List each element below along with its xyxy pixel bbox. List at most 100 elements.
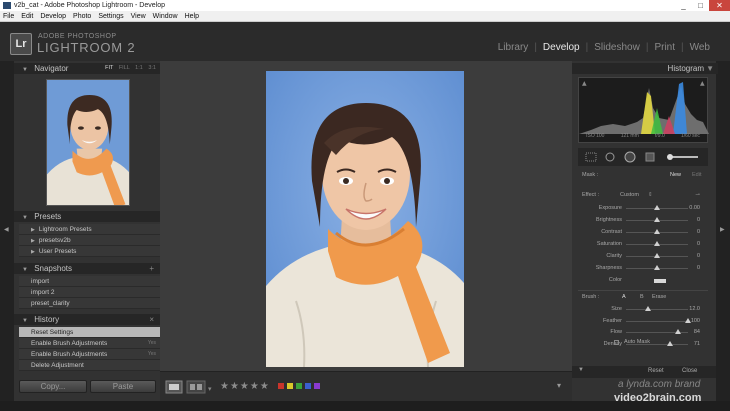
copy-button[interactable]: Copy... [19,380,87,393]
navigator-preview[interactable] [46,79,130,206]
color-label-red[interactable] [278,383,284,389]
brush-slider-knob[interactable] [675,329,682,334]
presets-header[interactable]: ▼ Presets [14,211,160,222]
snapshots-header[interactable]: ▼ Snapshots + [14,263,160,274]
brush-a-button[interactable]: A [622,292,626,303]
right-panel-edge[interactable]: ▶ [716,61,730,401]
brush-b-button[interactable]: B [640,292,644,303]
preset-folder[interactable]: ▶ presetsv2b [19,235,160,246]
reset-button[interactable]: Reset [648,368,664,374]
brush-slider-track[interactable] [626,309,688,310]
module-web[interactable]: Web [690,42,710,53]
navigator-header[interactable]: ▼ Navigator FIT FILL 1:1 3:1 [14,63,160,74]
history-header[interactable]: ▼ History × [14,314,160,325]
history-item[interactable]: Delete Adjustment [19,360,160,371]
add-snapshot-icon[interactable]: + [149,263,154,274]
effect-slider-knob[interactable] [654,241,660,246]
maximize-button[interactable]: □ [692,0,709,11]
brush-slider-value[interactable]: 100 [691,316,700,327]
snapshot-item[interactable]: preset_clarity [19,298,160,309]
clear-history-icon[interactable]: × [149,314,154,325]
effect-toggle-icon[interactable]: ⊸ [695,190,700,201]
paste-button[interactable]: Paste [90,380,156,393]
close-window-button[interactable]: ✕ [709,0,730,11]
snapshot-item[interactable]: import 2 [19,287,160,298]
collapse-left-arrow-icon[interactable]: ◀ [4,226,9,233]
module-develop[interactable]: Develop [543,42,580,53]
effect-slider-knob[interactable] [654,253,660,258]
toolbar-menu-chevron-icon[interactable]: ▾ [557,381,561,390]
menu-window[interactable]: Window [153,11,178,21]
effect-slider-value[interactable]: 0 [697,227,700,238]
module-picker: Library | Develop | Slideshow | Print | … [497,42,710,53]
brush-row: Brush : A B Erase [578,292,708,303]
histogram-header[interactable]: Histogram ▼ [572,63,718,74]
effect-slider-value[interactable]: 0 [697,239,700,250]
crop-tool-icon[interactable] [585,152,597,162]
brush-slider-knob[interactable] [644,306,651,311]
nav-1-1[interactable]: 1:1 [135,65,143,71]
shutter-speed: 1/60 sec [680,133,700,139]
effect-preset-select[interactable]: Custom [620,190,639,201]
minimize-button[interactable]: _ [675,0,692,11]
left-panel-edge[interactable]: ◀ [0,61,14,401]
iso-value: ISO 100 [586,133,605,139]
triangle-down-icon[interactable]: ▼ [578,367,584,373]
module-slideshow[interactable]: Slideshow [594,42,640,53]
spot-removal-icon[interactable] [605,152,615,162]
brush-slider-row: Feather 100 [578,316,708,327]
color-label-blue[interactable] [305,383,311,389]
color-label-yellow[interactable] [287,383,293,389]
brush-erase-button[interactable]: Erase [652,292,666,303]
preset-folder[interactable]: ▶ Lightroom Presets [19,224,160,235]
nav-fit[interactable]: FIT [105,65,113,71]
module-library[interactable]: Library [498,42,529,53]
nav-3-1[interactable]: 3:1 [148,65,156,71]
preset-folder[interactable]: ▶ User Presets [19,246,160,257]
menu-photo[interactable]: Photo [73,11,91,21]
color-swatch[interactable] [654,279,666,283]
effect-slider-value[interactable]: 0 [697,251,700,262]
color-label-green[interactable] [296,383,302,389]
rating-stars[interactable]: ★★★★★ [220,381,270,392]
module-print[interactable]: Print [654,42,675,53]
lightroom-logo: Lr [10,33,32,55]
before-after-icon[interactable] [186,380,206,394]
history-item[interactable]: Enable Brush Adjustments Yes [19,349,160,360]
mask-row: Mask : New Edit [578,170,708,181]
effect-slider-knob[interactable] [654,229,660,234]
mask-new-button[interactable]: New [670,170,681,181]
red-eye-icon[interactable] [624,151,636,163]
close-tool-button[interactable]: Close [682,368,697,374]
history-item[interactable]: Reset Settings [19,327,160,338]
effect-slider-label: Saturation [596,241,622,247]
effect-slider-row: Clarity 0 [578,251,708,262]
menu-file[interactable]: File [3,11,14,21]
effect-slider-value[interactable]: 0 [697,263,700,274]
menu-develop[interactable]: Develop [40,11,66,21]
nav-fill[interactable]: FILL [119,65,130,71]
navigator-title: Navigator [34,64,69,73]
effect-slider-knob[interactable] [654,205,660,210]
auto-mask-checkbox[interactable] [614,340,619,345]
brush-slider-track[interactable] [626,320,688,322]
chevron-down-icon[interactable]: ⇕ [648,190,653,201]
main-photo[interactable] [266,71,464,367]
effect-slider-knob[interactable] [654,265,660,270]
snapshot-item[interactable]: import [19,276,160,287]
collapse-right-arrow-icon[interactable]: ▶ [720,226,725,233]
menu-help[interactable]: Help [185,11,199,21]
filmstrip-edge[interactable] [0,401,730,411]
color-label-purple[interactable] [314,383,320,389]
history-item[interactable]: Enable Brush Adjustments Yes [19,338,160,349]
brush-slider-value[interactable]: 12.0 [689,304,700,315]
effect-slider-value[interactable]: 0.00 [689,203,700,214]
menu-edit[interactable]: Edit [21,11,33,21]
tool-icons [585,151,698,163]
menu-view[interactable]: View [131,11,146,21]
effect-slider-knob[interactable] [654,217,660,222]
graduated-filter-icon[interactable] [645,152,655,162]
mask-edit-button[interactable]: Edit [692,170,701,181]
menu-settings[interactable]: Settings [98,11,123,21]
effect-slider-value[interactable]: 0 [697,215,700,226]
